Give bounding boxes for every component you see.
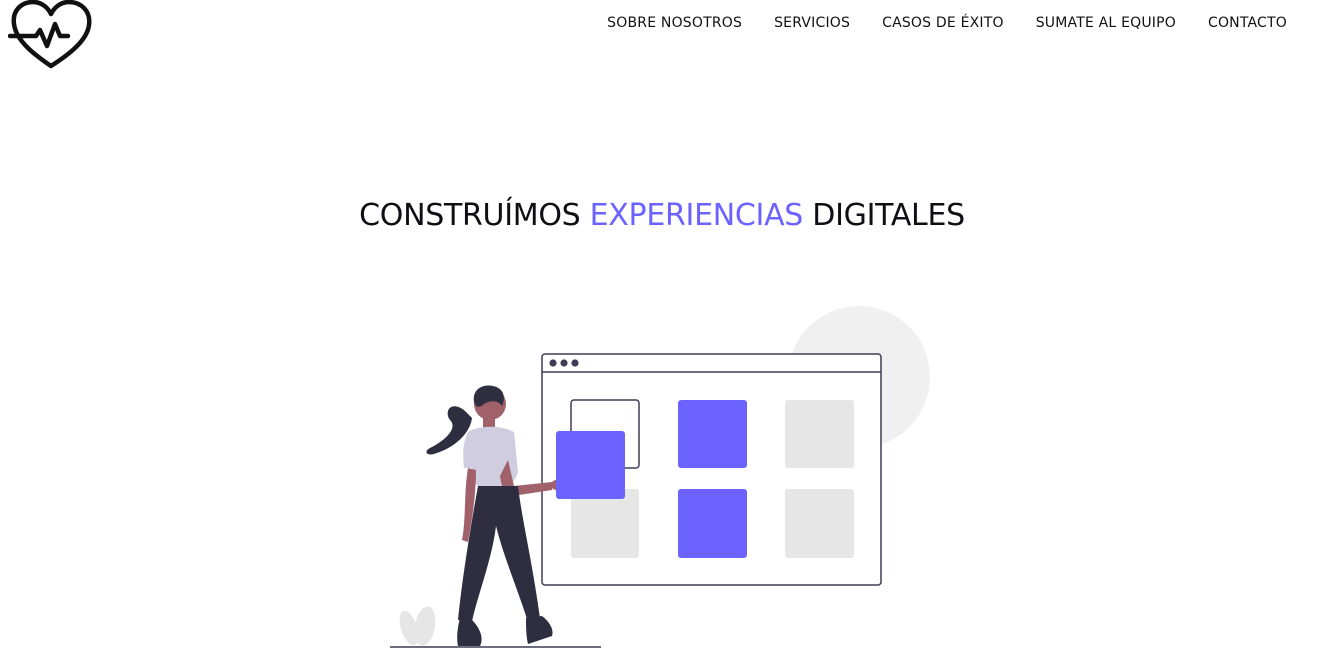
window-dot-icon bbox=[560, 359, 568, 367]
woman-arranging-layout-illustration bbox=[390, 306, 930, 648]
logo-heart-pulse-icon[interactable] bbox=[7, 0, 94, 70]
page: SOBRE NOSOTROS SERVICIOS CASOS DE ÉXITO … bbox=[0, 0, 1324, 648]
hero-title: CONSTRUÍMOS EXPERIENCIAS DIGITALES bbox=[0, 198, 1324, 233]
tile-placeholder bbox=[785, 400, 854, 468]
hero-title-end: DIGITALES bbox=[803, 198, 965, 233]
tile-placeholder bbox=[571, 489, 639, 558]
window-dot-icon bbox=[571, 359, 579, 367]
hero-title-start: CONSTRUÍMOS bbox=[359, 198, 590, 233]
woman-figure bbox=[426, 385, 561, 646]
nav-link-sumate-al-equipo[interactable]: SUMATE AL EQUIPO bbox=[1036, 15, 1176, 31]
tile-held bbox=[556, 431, 625, 499]
tile-accent bbox=[678, 489, 747, 558]
hero-title-accent: EXPERIENCIAS bbox=[589, 198, 804, 233]
plant-icon bbox=[399, 606, 436, 646]
tile-placeholder bbox=[785, 489, 854, 558]
window-dot-icon bbox=[549, 359, 557, 367]
main-nav: SOBRE NOSOTROS SERVICIOS CASOS DE ÉXITO … bbox=[607, 15, 1287, 31]
nav-link-casos-de-exito[interactable]: CASOS DE ÉXITO bbox=[882, 15, 1004, 31]
nav-link-sobre-nosotros[interactable]: SOBRE NOSOTROS bbox=[607, 15, 742, 31]
tile-accent bbox=[678, 400, 747, 468]
nav-link-contacto[interactable]: CONTACTO bbox=[1208, 15, 1287, 31]
nav-link-servicios[interactable]: SERVICIOS bbox=[774, 15, 850, 31]
hero-illustration bbox=[380, 300, 940, 648]
